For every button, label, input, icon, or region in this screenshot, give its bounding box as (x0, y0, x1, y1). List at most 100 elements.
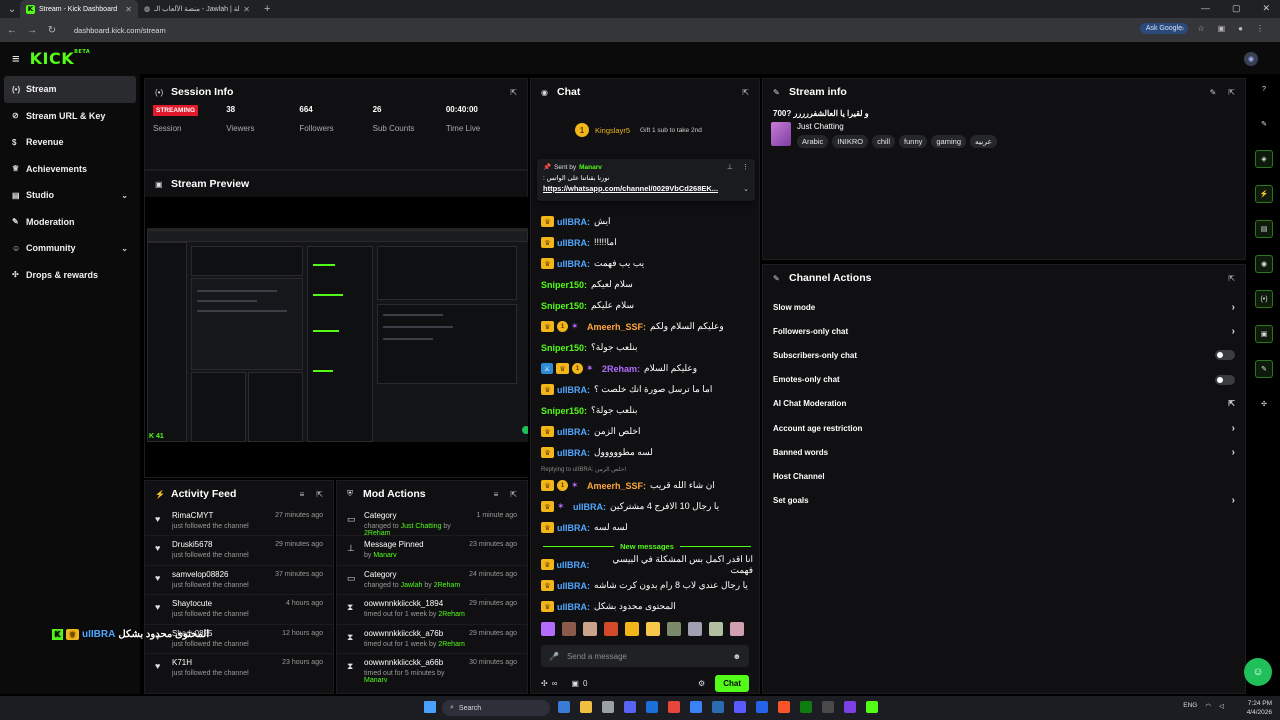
sidebar-item-moderation[interactable]: ✎ Moderation (4, 209, 136, 236)
rail-chat-icon[interactable]: ◉ (1255, 255, 1273, 273)
channel-action-set-goals[interactable]: Set goals › (763, 489, 1245, 513)
points-icon[interactable]: ▣ (571, 679, 579, 688)
extensions-icon[interactable]: ▣ (1218, 24, 1226, 34)
taskbar-app-icon[interactable] (866, 701, 878, 713)
taskbar-app-icon[interactable] (668, 701, 680, 713)
chat-username[interactable]: Sniper150 (541, 280, 584, 290)
emote-icon[interactable] (604, 622, 618, 636)
pinned-link[interactable]: https://whatsapp.com/channel/0029VbCd268… (543, 184, 749, 193)
filter-icon[interactable]: ≡ (300, 490, 305, 499)
sidebar-item-stream[interactable]: (•) Stream (4, 76, 136, 103)
mod-desc-user[interactable]: 2Reham (438, 641, 464, 648)
menu-dots-icon[interactable]: ⋮ (1256, 24, 1264, 34)
emote-icon[interactable] (583, 622, 597, 636)
rail-actions-icon[interactable]: ✎ (1255, 360, 1273, 378)
chat-username[interactable]: Sniper150 (541, 406, 584, 416)
chat-input[interactable] (566, 651, 733, 661)
edit-icon[interactable]: ✎ (1210, 88, 1217, 97)
chat-username[interactable]: uIIBRA (557, 217, 587, 227)
gift-icon[interactable]: ✣ (541, 679, 548, 688)
edit-layout-icon[interactable]: ✎ (1255, 115, 1273, 133)
popout-icon[interactable]: ⇱ (510, 88, 517, 97)
chat-username[interactable]: Ameerh_SSF (587, 481, 643, 491)
chevron-right-icon[interactable]: › (1232, 495, 1235, 506)
activity-user[interactable]: RimaCMYT (172, 511, 275, 520)
mod-desc-user[interactable]: 2Reham (438, 611, 464, 618)
taskbar-app-icon[interactable] (822, 701, 834, 713)
popout-icon[interactable]: ⇱ (510, 490, 517, 499)
chat-username[interactable]: uIIBRA (557, 427, 587, 437)
stream-preview-video[interactable]: K 41 (145, 197, 529, 477)
emote-icon[interactable] (709, 622, 723, 636)
wifi-icon[interactable]: ◠ (1205, 702, 1211, 710)
taskbar-app-icon[interactable] (778, 701, 790, 713)
emote-icon[interactable] (667, 622, 681, 636)
volume-icon[interactable]: ◁ (1219, 702, 1224, 710)
mod-desc-user[interactable]: 2Reham (434, 582, 460, 589)
stream-tag[interactable]: chill (872, 135, 896, 148)
emote-icon[interactable] (625, 622, 639, 636)
taskbar-app-icon[interactable] (690, 701, 702, 713)
stream-tag[interactable]: Arabic (797, 135, 829, 148)
unpin-icon[interactable]: ⊥ (727, 163, 733, 171)
taskbar-app-icon[interactable] (712, 701, 724, 713)
new-tab-icon[interactable]: + (264, 3, 270, 15)
chevron-down-icon[interactable]: ⌄ (121, 244, 128, 253)
taskbar-app-icon[interactable] (602, 701, 614, 713)
close-tab-icon[interactable]: ✕ (243, 5, 250, 14)
emote-icon[interactable] (562, 622, 576, 636)
user-avatar[interactable]: ◉ (1244, 52, 1258, 66)
stream-tag[interactable]: gaming (931, 135, 966, 148)
emote-icon[interactable] (541, 622, 555, 636)
rail-preview-icon[interactable]: ▣ (1255, 325, 1273, 343)
new-messages-divider[interactable]: New messages (531, 538, 763, 554)
chevron-right-icon[interactable]: › (1232, 423, 1235, 434)
taskbar-app-icon[interactable] (580, 701, 592, 713)
mod-desc-user[interactable]: Manarv (373, 552, 396, 559)
sidebar-item-studio[interactable]: ▤ Studio ⌄ (4, 182, 136, 209)
chat-username[interactable]: uIIBRA (557, 560, 587, 570)
more-icon[interactable]: ⋮ (742, 163, 749, 171)
activity-user[interactable]: Druski5678 (172, 540, 275, 549)
emoji-icon[interactable]: ☻ (733, 652, 741, 661)
rail-broadcast-icon[interactable]: (•) (1255, 290, 1273, 308)
emote-icon[interactable] (646, 622, 660, 636)
chevron-right-icon[interactable]: › (1232, 302, 1235, 313)
windows-start-icon[interactable] (424, 701, 436, 713)
chevron-right-icon[interactable]: › (1232, 447, 1235, 458)
mod-desc-user[interactable]: 2Reham (364, 530, 390, 537)
channel-action-emotes-only-chat[interactable]: Emotes-only chat (763, 368, 1245, 392)
chat-username[interactable]: 2Reham (602, 364, 637, 374)
taskbar-app-icon[interactable] (646, 701, 658, 713)
tab-kick-dashboard[interactable]: K Stream - Kick Dashboard ✕ (20, 0, 138, 18)
profile-icon[interactable]: ● (1238, 24, 1243, 34)
chevron-down-icon[interactable]: ⌄ (121, 191, 128, 200)
chevron-right-icon[interactable]: › (1232, 326, 1235, 337)
channel-action-host-channel[interactable]: Host Channel (763, 464, 1245, 488)
channel-action-followers-only-chat[interactable]: Followers-only chat › (763, 319, 1245, 343)
filter-icon[interactable]: ≡ (494, 490, 499, 499)
activity-user[interactable]: K71H (172, 658, 282, 667)
taskbar-clock[interactable]: 7:24 PM 4/4/2026 (1247, 699, 1272, 717)
popout-icon[interactable]: ⇱ (316, 490, 323, 499)
sidebar-item-drops-rewards[interactable]: ✣ Drops & rewards (4, 262, 136, 289)
minimize-icon[interactable]: — (1201, 3, 1210, 14)
chat-username[interactable]: uIIBRA (557, 259, 587, 269)
tab-list-icon[interactable]: ⌄ (4, 4, 20, 15)
emote-icon[interactable] (688, 622, 702, 636)
chat-username[interactable]: uIIBRA (557, 385, 587, 395)
pinned-message[interactable]: 📌 Sent by Manarv نورنا بقناتنا على الوات… (537, 159, 755, 201)
bookmark-star-icon[interactable]: ☆ (1197, 24, 1204, 34)
popout-icon[interactable]: ⇱ (1228, 88, 1235, 97)
taskbar-app-icon[interactable] (844, 701, 856, 713)
close-window-icon[interactable]: ✕ (1262, 3, 1270, 14)
sidebar-item-stream-url-key[interactable]: ⊘ Stream URL & Key (4, 103, 136, 130)
gift-leaderboard[interactable]: 1 Kingslayr5 Gift 1 sub to take 2nd (575, 117, 745, 143)
chat-username[interactable]: uIIBRA (557, 238, 587, 248)
forward-icon[interactable]: → (24, 25, 40, 36)
taskbar-app-icon[interactable] (624, 701, 636, 713)
channel-action-ai-chat-moderation[interactable]: AI Chat Moderation ⇱ (763, 392, 1245, 416)
chat-username[interactable]: Sniper150 (541, 343, 584, 353)
taskbar-app-icon[interactable] (734, 701, 746, 713)
expand-chevron-icon[interactable]: ⌄ (743, 185, 749, 193)
